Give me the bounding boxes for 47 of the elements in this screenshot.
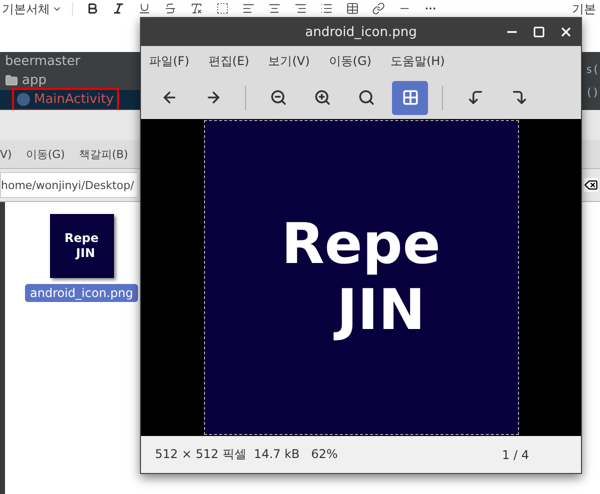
menu-item[interactable]: 보기(V) <box>268 52 310 70</box>
table-icon[interactable] <box>346 2 359 15</box>
path-field[interactable]: home/wonjinyi/Desktop/ <box>0 172 137 198</box>
menu-item[interactable]: 파일(F) <box>149 52 190 70</box>
folder-icon <box>5 74 18 87</box>
menu-item[interactable]: 이동(G) <box>26 146 65 162</box>
text-box-icon[interactable] <box>216 2 229 15</box>
underline-icon[interactable] <box>138 2 151 15</box>
code-text: () <box>586 86 599 99</box>
file-thumbnail[interactable]: Repe JIN <box>50 214 114 278</box>
forward-icon <box>204 89 222 106</box>
menu-item[interactable]: 책갈피(B) <box>78 146 128 162</box>
tree-item[interactable]: beermaster <box>0 52 140 71</box>
close-icon[interactable] <box>559 25 573 39</box>
align-center-icon[interactable] <box>268 2 281 15</box>
image-position: 1 / 4 <box>502 448 529 462</box>
menu-item[interactable]: 편집(E) <box>208 52 250 70</box>
font-select-label: 기본 <box>572 2 597 16</box>
zoom-out-icon <box>270 89 286 106</box>
menu-item[interactable]: 도움말(H) <box>390 52 445 70</box>
menu-item[interactable]: V) <box>0 148 12 160</box>
clear-icon[interactable] <box>584 178 598 192</box>
italic-icon[interactable] <box>112 2 125 15</box>
zoom-in-icon <box>314 89 330 106</box>
image-info: 512 × 512 픽셀 14.7 kB 62% <box>155 446 338 463</box>
bold-icon[interactable] <box>86 2 99 15</box>
align-right-icon[interactable] <box>294 2 307 15</box>
link-icon[interactable] <box>372 2 385 15</box>
window-title: android_icon.png <box>305 24 417 40</box>
align-left-icon[interactable] <box>242 2 255 15</box>
code-text: s( <box>586 63 599 76</box>
clear-format-icon[interactable] <box>190 2 203 15</box>
image-preview: Repe JIN <box>204 120 518 435</box>
file-name[interactable]: android_icon.png <box>25 284 138 302</box>
font-select[interactable]: 기본서체 <box>2 2 73 16</box>
menu-item[interactable]: 이동(G) <box>328 52 372 70</box>
class-icon <box>17 93 30 106</box>
tree-item[interactable]: MainActivity <box>0 90 140 109</box>
best-fit-icon <box>402 89 418 106</box>
tree-item[interactable]: app <box>0 71 140 90</box>
maximize-icon[interactable] <box>533 26 545 38</box>
rotate-right-icon <box>510 89 528 106</box>
zoom-normal-icon <box>358 89 374 106</box>
strikethrough-icon[interactable] <box>164 2 177 15</box>
back-icon <box>160 89 178 106</box>
rotate-left-icon <box>466 89 484 106</box>
best-fit-button[interactable] <box>392 80 428 114</box>
